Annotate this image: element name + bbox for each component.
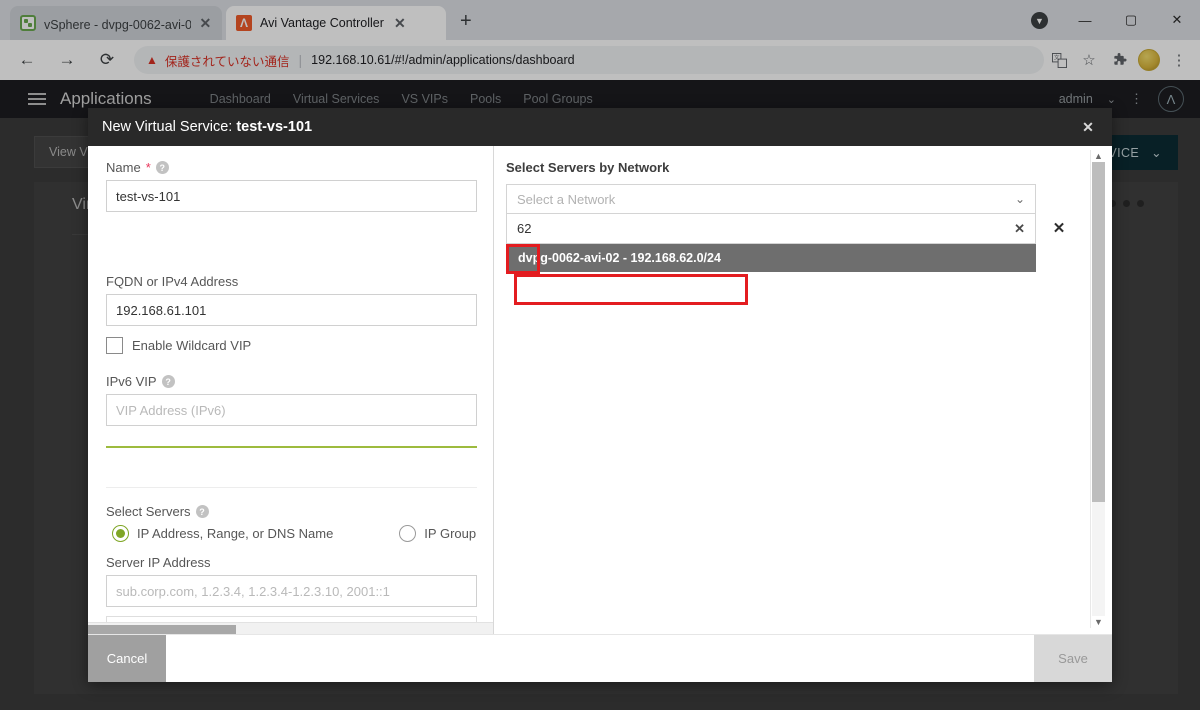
network-select[interactable]: Select a Network ⌄	[506, 184, 1036, 214]
modal-title-value: test-vs-101	[236, 119, 313, 135]
network-search-value: 62	[517, 221, 532, 236]
form-horizontal-scrollbar[interactable]	[88, 622, 493, 634]
save-button[interactable]: Save	[1034, 635, 1112, 682]
help-icon[interactable]: ?	[195, 505, 209, 518]
server-ip-label: Server IP Address	[106, 555, 477, 570]
cancel-button[interactable]: Cancel	[88, 635, 166, 682]
scrollbar-rail[interactable]	[1092, 162, 1105, 616]
scroll-down-icon[interactable]: ▼	[1094, 616, 1103, 628]
modal-close-icon[interactable]: ✕	[1064, 108, 1112, 146]
scrollbar-thumb[interactable]	[88, 625, 236, 634]
name-input[interactable]	[106, 180, 477, 212]
name-label-text: Name	[106, 160, 141, 175]
scroll-up-icon[interactable]: ▲	[1094, 150, 1103, 162]
chevron-down-icon[interactable]: ⌄	[1015, 192, 1025, 206]
network-option-list: dvpg-0062-avi-02 - 192.168.62.0/24	[506, 244, 1036, 272]
form-spacer	[106, 354, 477, 374]
radio-ip-group[interactable]: IP Group	[399, 525, 476, 542]
required-marker: *	[145, 160, 151, 175]
help-icon[interactable]: ?	[155, 161, 169, 174]
ipv6-vip-label: IPv6 VIP ?	[106, 374, 477, 389]
radio-ip-address-range-dns[interactable]: IP Address, Range, or DNS Name	[112, 525, 333, 542]
form-spacer	[106, 212, 477, 274]
fqdn-field-label: FQDN or IPv4 Address	[106, 274, 477, 289]
section-spacer	[106, 448, 477, 488]
remove-network-icon[interactable]: ✕	[1036, 219, 1082, 237]
network-search-input[interactable]: 62 ✕	[506, 214, 1036, 244]
select-servers-label: Select Servers ?	[106, 504, 477, 519]
fqdn-input[interactable]	[106, 294, 477, 326]
wildcard-vip-checkbox[interactable]	[106, 337, 123, 354]
network-dropdown: 62 ✕ dvpg-0062-avi-02 - 192.168.62.0/24	[506, 214, 1036, 305]
network-option-item[interactable]: dvpg-0062-avi-02 - 192.168.62.0/24	[506, 244, 1036, 272]
server-ip-label-text: Server IP Address	[106, 555, 211, 570]
ipv6-label-text: IPv6 VIP	[106, 374, 157, 389]
virtual-service-form: Name * ? FQDN or IPv4 Address Enable Wil…	[88, 146, 494, 634]
footer-spacer	[166, 635, 1034, 682]
scrollbar-thumb[interactable]	[1092, 162, 1105, 502]
radio-label: IP Group	[424, 526, 477, 541]
new-virtual-service-modal: New Virtual Service: test-vs-101 ✕ Name …	[88, 108, 1112, 682]
modal-body: Name * ? FQDN or IPv4 Address Enable Wil…	[88, 146, 1112, 634]
modal-header: New Virtual Service: test-vs-101 ✕	[88, 108, 1112, 146]
wildcard-vip-row[interactable]: Enable Wildcard VIP	[106, 337, 477, 354]
select-servers-label-text: Select Servers	[106, 504, 191, 519]
server-ip-input[interactable]	[106, 575, 477, 607]
select-servers-radio-group: IP Address, Range, or DNS Name IP Group	[112, 525, 477, 542]
help-icon[interactable]: ?	[161, 375, 175, 388]
modal-footer: Cancel Save	[88, 634, 1112, 682]
radio-label: IP Address, Range, or DNS Name	[137, 526, 334, 541]
network-dropdown-wrapper: Select a Network ⌄ 62 ✕ dvpg-0062-avi-02…	[506, 184, 1036, 305]
clear-search-icon[interactable]: ✕	[1014, 221, 1025, 237]
fqdn-label-text: FQDN or IPv4 Address	[106, 274, 239, 289]
network-select-row: Select a Network ⌄ 62 ✕ dvpg-0062-avi-02…	[506, 184, 1082, 305]
ipv6-vip-input[interactable]	[106, 394, 477, 426]
annotation-box-network-option	[514, 274, 748, 305]
modal-title: New Virtual Service: test-vs-101	[102, 119, 312, 135]
modal-vertical-scrollbar[interactable]: ▲ ▼	[1090, 150, 1106, 628]
radio-button[interactable]	[399, 525, 417, 542]
modal-title-prefix: New Virtual Service:	[102, 119, 237, 135]
name-field-label: Name * ?	[106, 160, 477, 175]
select-servers-by-network-panel: Select Servers by Network Select a Netwo…	[494, 146, 1112, 634]
network-select-placeholder: Select a Network	[517, 191, 616, 207]
wildcard-vip-label: Enable Wildcard VIP	[132, 338, 252, 353]
network-panel-heading: Select Servers by Network	[506, 160, 670, 175]
radio-button-selected[interactable]	[112, 525, 129, 542]
